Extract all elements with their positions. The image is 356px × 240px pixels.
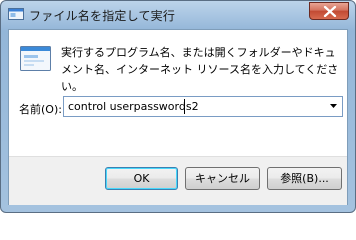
close-icon — [323, 6, 337, 17]
button-bar: OK キャンセル 参照(B)... — [9, 156, 347, 205]
text-cursor — [184, 99, 185, 114]
browse-button[interactable]: 参照(B)... — [267, 167, 342, 190]
run-icon — [8, 7, 24, 22]
window-title: ファイル名を指定して実行 — [29, 9, 176, 23]
title-bar[interactable]: ファイル名を指定して実行 — [1, 1, 355, 28]
dialog-body: 実行するプログラム名、または開くフォルダーやドキュメント名、インターネット リソ… — [8, 29, 348, 205]
run-dialog-window: ファイル名を指定して実行 実行するプログラム名、または開くフォルダーやドキュメン… — [0, 0, 356, 213]
close-button[interactable] — [309, 2, 349, 20]
run-icon — [19, 44, 53, 74]
open-combobox[interactable] — [63, 96, 343, 117]
open-input[interactable] — [68, 99, 318, 114]
description-text: 実行するプログラム名、または開くフォルダーやドキュメント名、インターネット リソ… — [61, 46, 339, 93]
chevron-down-icon — [330, 104, 337, 108]
dropdown-button[interactable] — [325, 97, 342, 116]
open-label: 名前(O): — [19, 103, 62, 116]
cancel-button[interactable]: キャンセル — [185, 167, 260, 190]
ok-button[interactable]: OK — [105, 167, 178, 190]
